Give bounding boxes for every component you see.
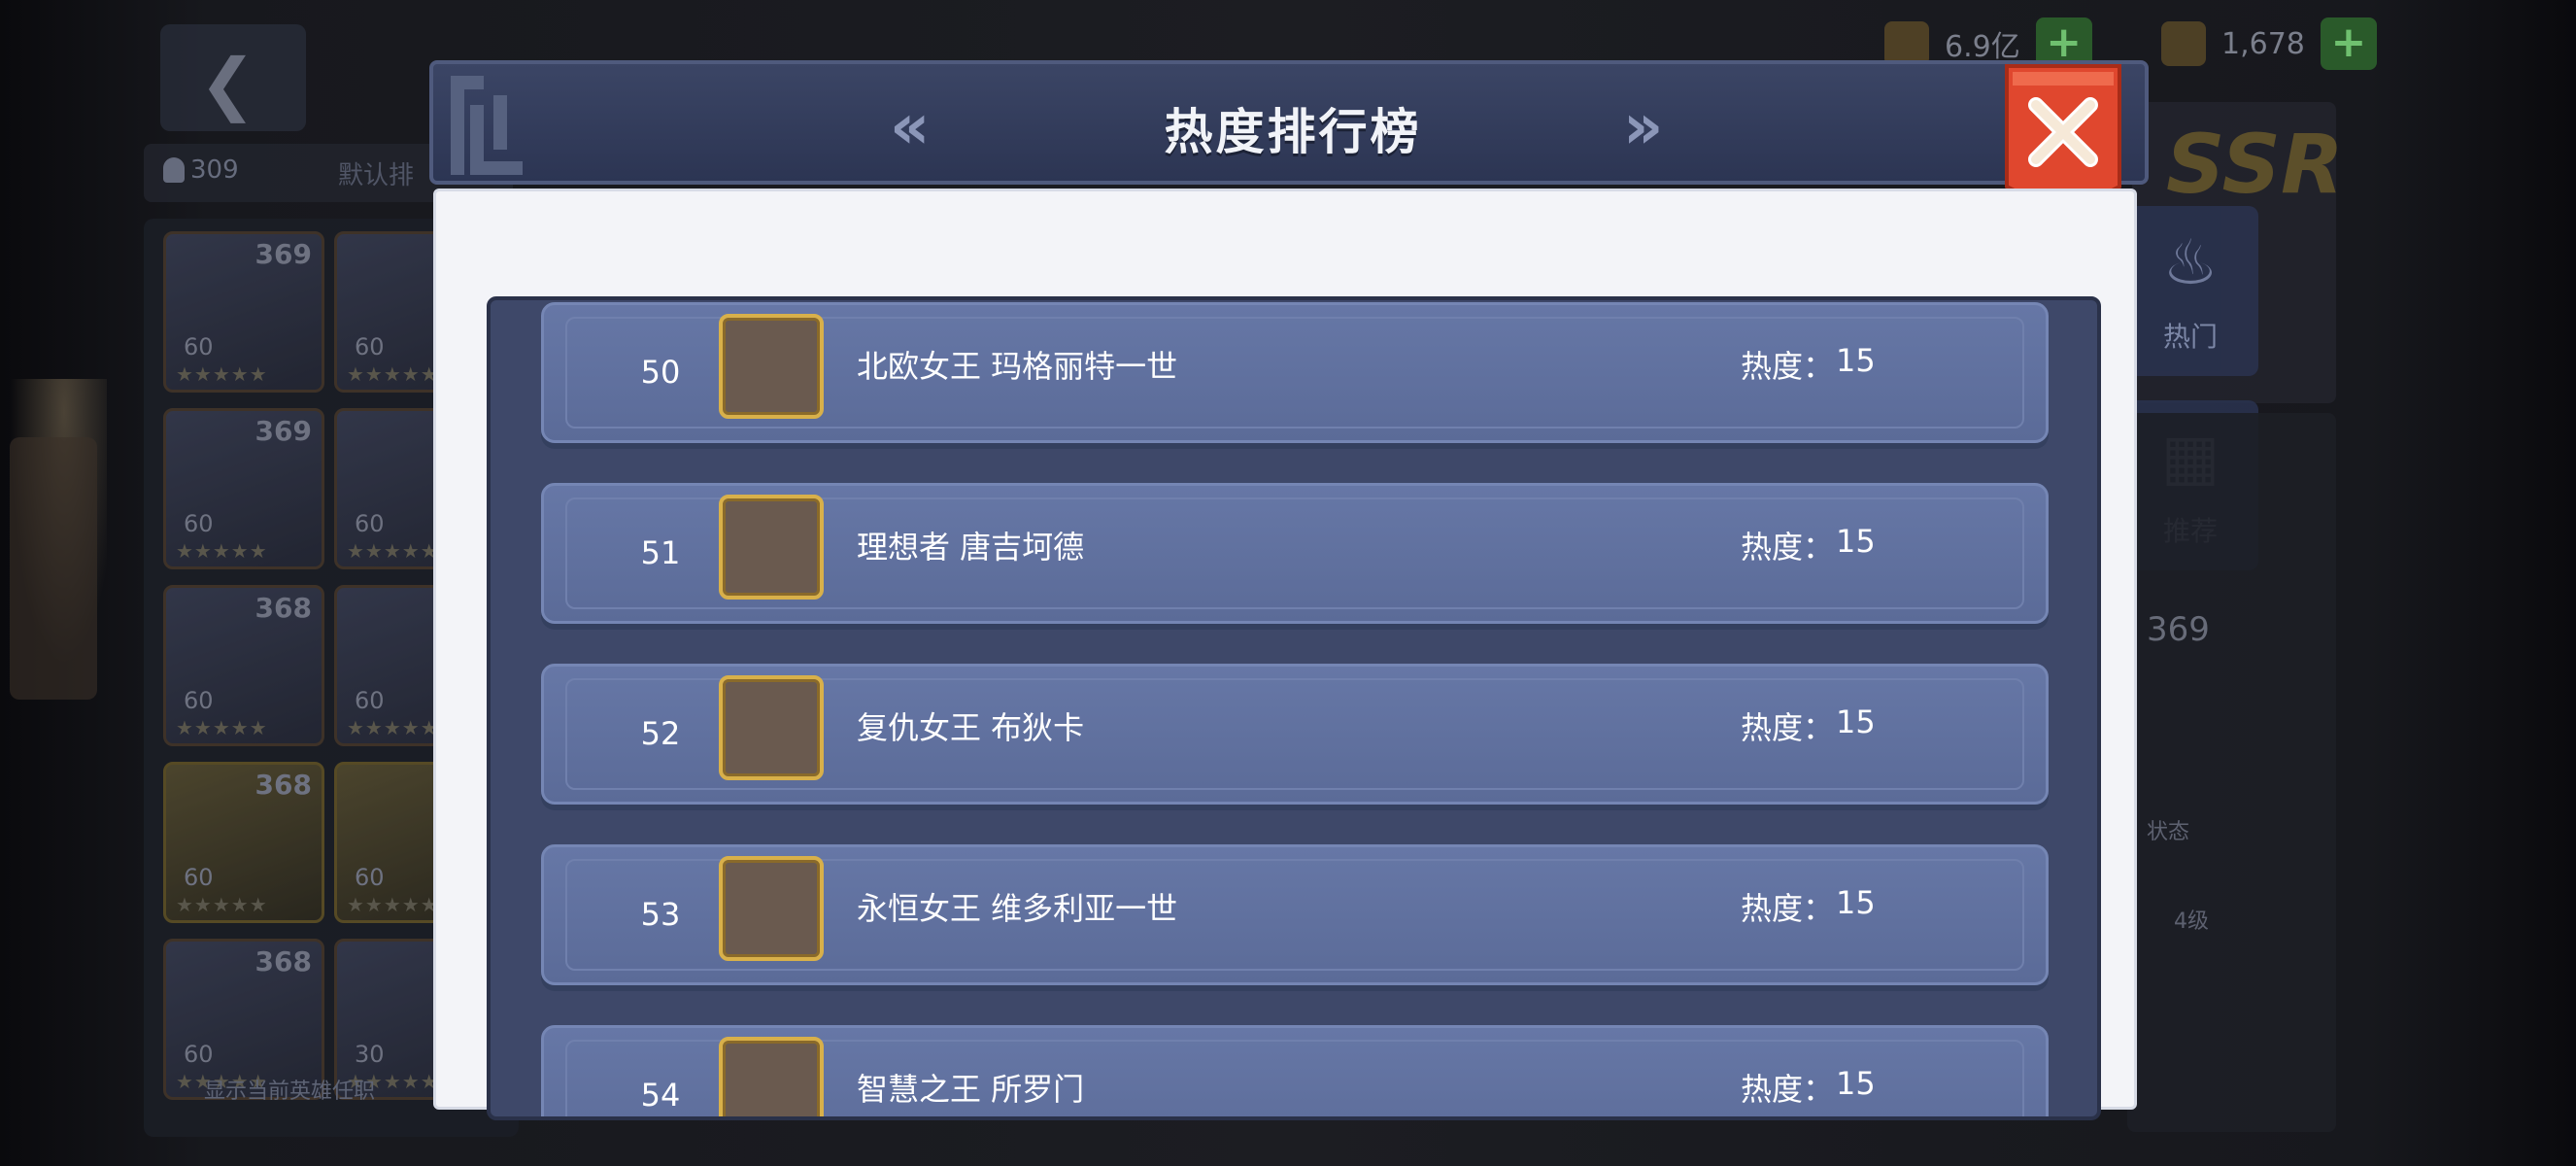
next-page-arrow-icon[interactable]: » bbox=[1623, 91, 1663, 163]
heat-value: 15 bbox=[1836, 523, 1876, 560]
heat-label: 热度： bbox=[1741, 348, 1835, 385]
star-rating: ★★★★★ bbox=[176, 716, 268, 739]
dialog-content: 50 北欧女王 玛格丽特一世 热度： 15 51 理想者 唐吉坷德 热度： 15… bbox=[433, 189, 2137, 1120]
heat-value: 15 bbox=[1836, 1065, 1876, 1102]
star-rating: ★★★★★ bbox=[176, 362, 268, 386]
rank-number: 52 bbox=[640, 715, 681, 752]
dialog-title-bar: « 热度排行榜 » bbox=[429, 60, 2149, 185]
star-rating: ★★★★★ bbox=[347, 362, 439, 386]
hero-card[interactable]: 368 60 ★★★★★ bbox=[163, 585, 324, 746]
heat-label: 热度： bbox=[1741, 1071, 1835, 1108]
hero-name: 北欧女王 玛格丽特一世 bbox=[857, 348, 1178, 385]
heat-value: 15 bbox=[1836, 703, 1876, 740]
ranking-row[interactable]: 51 理想者 唐吉坷德 热度： 15 bbox=[541, 483, 2049, 624]
hero-info-panel bbox=[2127, 413, 2336, 1132]
ranking-row[interactable]: 50 北欧女王 玛格丽特一世 热度： 15 bbox=[541, 302, 2049, 443]
hero-name: 智慧之王 所罗门 bbox=[857, 1071, 1085, 1108]
heat-label: 热度： bbox=[1741, 709, 1835, 746]
hero-name: 永恒女王 维多利亚一世 bbox=[857, 890, 1178, 927]
heat-label: 热度： bbox=[1741, 890, 1835, 927]
back-button[interactable]: ❮ bbox=[160, 24, 306, 131]
hero-avatar bbox=[719, 856, 824, 961]
hero-card[interactable]: 368 60 ★★★★★ bbox=[163, 762, 324, 923]
ranking-row[interactable]: 52 复仇女王 布狄卡 热度： 15 bbox=[541, 664, 2049, 805]
star-rating: ★★★★★ bbox=[347, 539, 439, 563]
ssr-label: SSR bbox=[2166, 117, 2344, 212]
hero-name: 复仇女王 布狄卡 bbox=[857, 709, 1085, 746]
heat-ranking-dialog: « 热度排行榜 » 50 北欧女王 玛格丽特一世 热度： 15 51 理想者 唐… bbox=[429, 60, 2149, 1120]
candle-decoration bbox=[0, 379, 107, 709]
status-label: 状态 bbox=[2147, 820, 2190, 844]
ranking-list[interactable]: 50 北欧女王 玛格丽特一世 热度： 15 51 理想者 唐吉坷德 热度： 15… bbox=[487, 296, 2101, 1120]
gem-resource: 1,678 + bbox=[2161, 17, 2377, 70]
rank-number: 53 bbox=[640, 896, 681, 933]
heat-value: 15 bbox=[1836, 884, 1876, 921]
hero-card[interactable]: 369 60 ★★★★★ bbox=[163, 408, 324, 569]
person-icon bbox=[163, 157, 185, 183]
hero-avatar bbox=[719, 314, 824, 419]
rank-number: 51 bbox=[640, 534, 681, 571]
gem-amount: 1,678 bbox=[2221, 26, 2305, 61]
hero-name: 理想者 唐吉坷德 bbox=[857, 529, 1085, 566]
ranking-row[interactable]: 53 永恒女王 维多利亚一世 热度： 15 bbox=[541, 844, 2049, 985]
hero-avatar bbox=[719, 495, 824, 600]
gold-amount: 6.9亿 bbox=[1945, 30, 2020, 64]
dialog-title: 热度排行榜 bbox=[1164, 104, 1422, 160]
heat-label: 热度： bbox=[1741, 529, 1835, 566]
hero-avatar bbox=[719, 1037, 824, 1116]
rank-number: 50 bbox=[640, 354, 681, 391]
hero-score: 369 bbox=[2147, 610, 2210, 649]
hero-count: 309 bbox=[190, 155, 239, 185]
add-gem-button[interactable]: + bbox=[2320, 17, 2377, 70]
heat-value: 15 bbox=[1836, 342, 1876, 379]
hero-card[interactable]: 369 60 ★★★★★ bbox=[163, 231, 324, 393]
star-rating: ★★★★★ bbox=[176, 539, 268, 563]
back-arrow-icon: ❮ bbox=[199, 44, 256, 123]
gem-icon bbox=[2161, 21, 2206, 66]
level-label: 4级 bbox=[2174, 909, 2209, 934]
ranking-row[interactable]: 54 智慧之王 所罗门 热度： 15 bbox=[541, 1025, 2049, 1116]
star-rating: ★★★★★ bbox=[347, 893, 439, 916]
rank-number: 54 bbox=[640, 1077, 681, 1114]
hero-avatar bbox=[719, 675, 824, 780]
star-rating: ★★★★★ bbox=[347, 716, 439, 739]
star-rating: ★★★★★ bbox=[176, 893, 268, 916]
sort-label[interactable]: 默认排 bbox=[338, 155, 414, 191]
hero-footer-text: 显示当前英雄任职 bbox=[204, 1080, 376, 1104]
